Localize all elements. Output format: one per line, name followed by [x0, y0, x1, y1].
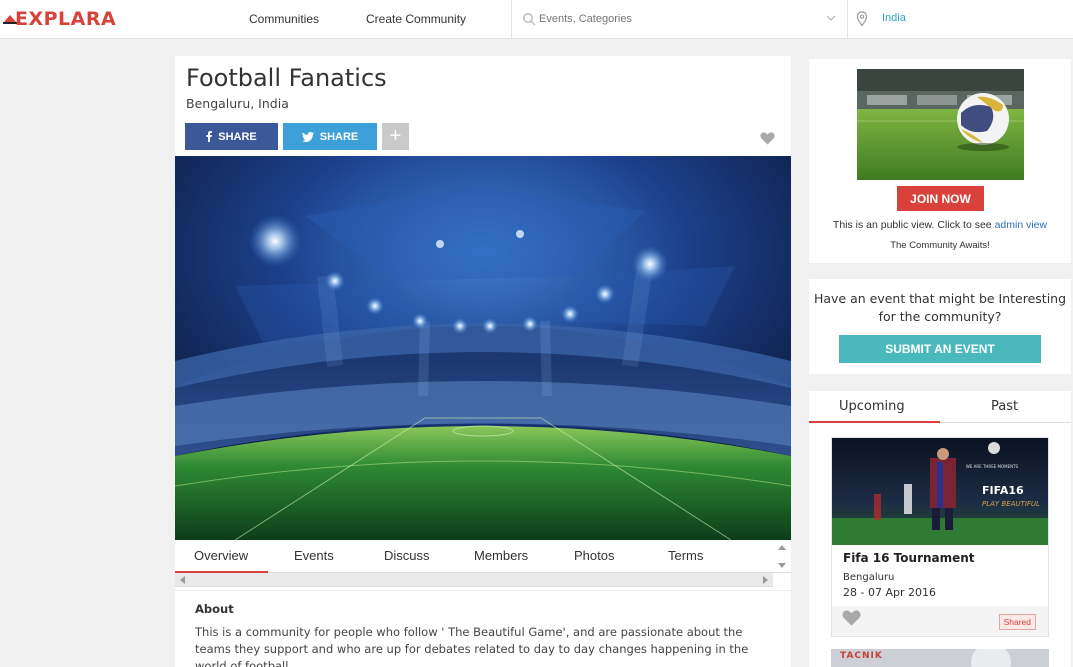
submit-event-prompt: Have an event that might be Interesting … [813, 291, 1067, 324]
facebook-icon [206, 131, 213, 142]
community-location: Bengaluru, India [186, 96, 289, 111]
location-selector[interactable]: India [882, 12, 906, 24]
community-awaits-text: The Community Awaits! [890, 240, 990, 251]
tab-upcoming[interactable]: Upcoming [839, 399, 905, 414]
about-heading: About [195, 602, 234, 616]
public-view-text: This is an public view. Click to see [832, 219, 992, 231]
event-poster-image: WE ARE THREE MOMENTS FIFA16 PLAY BEAUTIF… [832, 438, 1048, 545]
submit-event-card: Have an event that might be Interesting … [809, 279, 1071, 374]
community-card: Football Fanatics Bengaluru, India SHARE… [175, 56, 791, 667]
poster-subtitle-text: PLAY BEAUTIFUL [982, 500, 1040, 508]
poster-title-text: FIFA16 [982, 484, 1024, 497]
tab-past[interactable]: Past [991, 399, 1018, 414]
football-thumbnail-image [857, 69, 1024, 180]
explara-logo[interactable]: EXPLARA [3, 6, 116, 32]
poster-top-text: WE ARE THREE MOMENTS [966, 464, 1019, 469]
divider [175, 590, 791, 591]
more-share-button[interactable]: + [382, 123, 409, 150]
public-view-note: This is an public view. Click to see adm… [809, 219, 1071, 231]
scroll-right-arrow-icon[interactable] [763, 576, 768, 584]
tab-photos[interactable]: Photos [574, 548, 614, 563]
stadium-cover-image [175, 156, 791, 540]
twitter-share-label: SHARE [319, 130, 359, 143]
search-input[interactable] [539, 10, 819, 28]
search-box[interactable] [511, 0, 848, 39]
facebook-share-label: SHARE [218, 130, 257, 143]
event-city: Bengaluru [843, 572, 895, 583]
event-title[interactable]: Fifa 16 Tournament [843, 551, 975, 565]
tab-discuss[interactable]: Discuss [384, 548, 430, 563]
join-card: JOIN NOW This is an public view. Click t… [809, 59, 1071, 263]
nav-communities[interactable]: Communities [249, 12, 319, 26]
about-description: This is a community for people who follo… [195, 625, 749, 667]
location-pin-icon [856, 11, 868, 27]
heart-icon[interactable] [842, 610, 861, 626]
heart-icon[interactable] [760, 132, 775, 145]
events-card: Upcoming Past WE ARE THREE MOMENTS FIFA1… [809, 391, 1071, 667]
event-card-footer: Shared [832, 606, 1048, 636]
community-title: Football Fanatics [186, 64, 387, 92]
submit-event-button[interactable]: SUBMIT AN EVENT [839, 335, 1041, 363]
search-icon [523, 13, 536, 26]
facebook-share-button[interactable]: SHARE [185, 123, 278, 150]
active-tab-indicator [809, 421, 940, 423]
shared-badge: Shared [998, 614, 1036, 630]
top-navbar: EXPLARA Communities Create Community Ind… [0, 0, 1073, 39]
twitter-icon [301, 131, 314, 142]
tab-terms[interactable]: Terms [668, 548, 703, 563]
tab-members[interactable]: Members [474, 548, 528, 563]
chevron-down-icon[interactable] [825, 12, 837, 24]
tabs-vertical-scroll[interactable] [775, 542, 789, 572]
next-event-label: TACNIK [840, 651, 883, 661]
event-card[interactable]: WE ARE THREE MOMENTS FIFA16 PLAY BEAUTIF… [831, 437, 1049, 637]
scroll-left-arrow-icon[interactable] [180, 576, 185, 584]
admin-view-link[interactable]: admin view [995, 219, 1048, 231]
nav-create-community[interactable]: Create Community [366, 12, 466, 26]
tab-events[interactable]: Events [294, 548, 334, 563]
community-tabs: Overview Events Discuss Members Photos T… [175, 540, 791, 573]
twitter-share-button[interactable]: SHARE [283, 123, 377, 150]
join-now-button[interactable]: JOIN NOW [897, 186, 984, 211]
logo-text: EXPLARA [15, 8, 117, 30]
plus-icon: + [389, 125, 402, 147]
tabs-horizontal-scrollbar[interactable] [175, 573, 773, 587]
tab-overview[interactable]: Overview [194, 548, 248, 563]
event-date: 28 - 07 Apr 2016 [843, 586, 936, 599]
